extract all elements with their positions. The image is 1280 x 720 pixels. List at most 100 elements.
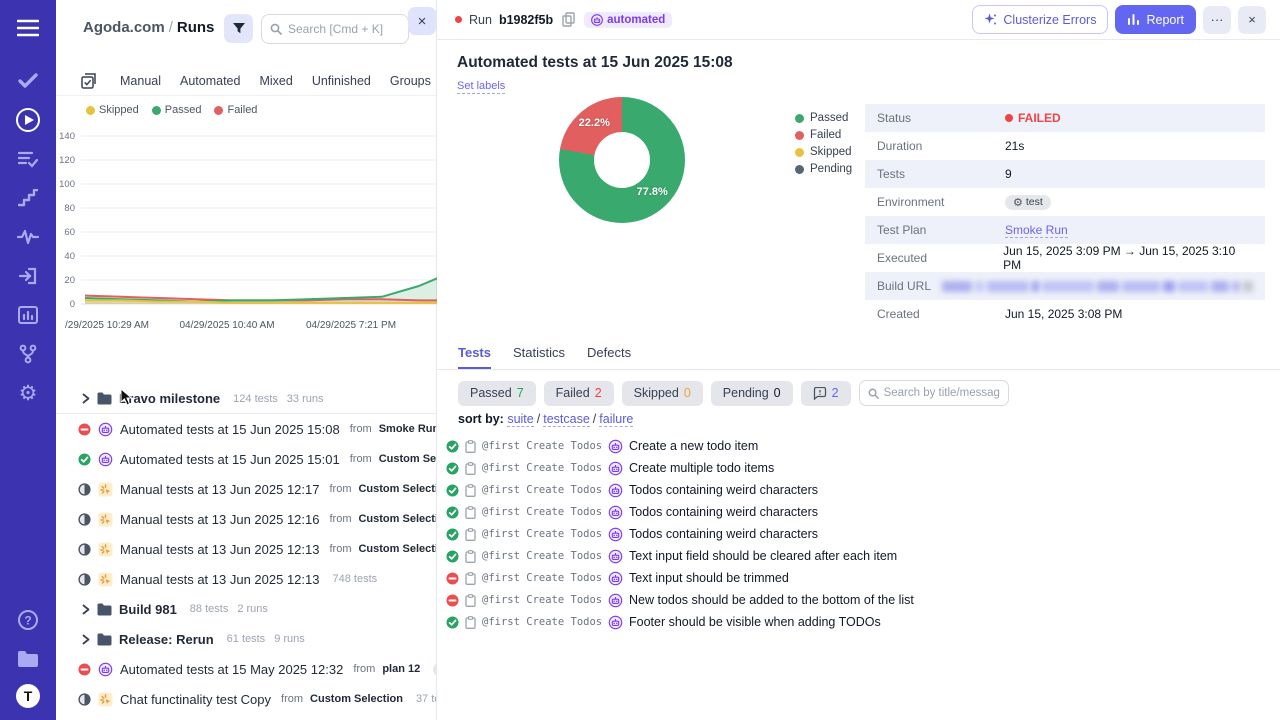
filter-passed-button[interactable]: Passed 7 [458,380,536,406]
failed-dot-icon [1005,114,1013,122]
run-row[interactable]: Automated tests at 15 Jun 2025 15:01 from… [56,444,436,474]
chevron-right-icon[interactable] [82,634,90,645]
sign-in-icon[interactable] [14,262,42,290]
test-row[interactable]: @first Create Todos… Create multiple todo… [446,457,1266,479]
run-row[interactable]: Manual tests at 13 Jun 2025 12:17 from Cus… [56,474,436,504]
folder-row[interactable]: Bravo milestone 124 tests 33 runs [56,384,436,414]
tab-unfinished[interactable]: Unfinished [312,74,371,88]
help-icon[interactable]: ? [14,606,42,634]
test-row[interactable]: @first Create Todos… Text input should be… [446,567,1266,589]
test-suite-path: @first Create Todos… [482,440,602,452]
run-row[interactable]: Manual tests at 13 Jun 2025 12:13 from Cus… [56,534,436,564]
gear-icon: ⚙ [1013,196,1023,209]
environment-pill[interactable]: ⚙ test [1005,194,1051,210]
test-suite-path: @first Create Todos… [482,572,602,584]
svg-text:04/29/2025 10:40 AM: 04/29/2025 10:40 AM [179,320,274,331]
test-filters: Passed 7 Failed 2 Skipped 0 Pending 0 2 [458,380,1009,406]
run-row[interactable]: Chat functinality test Copy from Custom Se… [56,684,436,714]
analytics-bar-chart-icon[interactable] [14,301,42,329]
manual-run-icon [98,482,113,497]
pending-dot-icon [795,164,804,174]
tests-check-icon[interactable] [14,67,42,95]
tab-statistics[interactable]: Statistics [513,345,565,369]
filter-pending-button[interactable]: Pending 0 [710,380,793,406]
runs-search-input[interactable] [288,22,400,36]
chevron-right-icon[interactable] [82,604,90,615]
folder-row[interactable]: Release: Rerun 61 tests 9 runs [56,624,436,654]
clusterize-errors-button[interactable]: Clusterize Errors [972,5,1109,34]
test-row[interactable]: @first Create Todos… Todos containing wei… [446,523,1266,545]
manual-run-icon [98,692,113,707]
filter-skipped-button[interactable]: Skipped 0 [621,380,703,406]
mouse-cursor [120,388,133,406]
legend-skipped: Skipped [86,104,139,116]
robot-icon [608,439,623,454]
tab-mixed[interactable]: Mixed [259,74,292,88]
tab-groups[interactable]: Groups [390,74,431,88]
test-plan-link[interactable]: Smoke Run [1005,223,1068,238]
filter-button[interactable] [224,14,253,43]
breadcrumb[interactable]: Agoda.com / Runs [83,19,214,36]
runs-panel-header: Agoda.com/Runs × [56,0,436,58]
minus-circle-icon [78,663,91,676]
settings-gear-icon[interactable]: ⚙ [14,379,42,407]
sort-by-testcase-link[interactable]: testcase [543,412,590,427]
legend-passed: Passed [795,112,852,124]
chevron-right-icon[interactable] [82,393,90,404]
test-row[interactable]: @first Create Todos… Create a new todo it… [446,435,1266,457]
stairs-icon[interactable] [14,184,42,212]
check-circle-icon [446,462,459,475]
automated-badge[interactable]: automated [584,11,673,28]
breadcrumb-page: Runs [176,19,215,36]
test-row[interactable]: @first Create Todos… Todos containing wei… [446,479,1266,501]
tab-tests[interactable]: Tests [458,345,491,369]
runs-play-circle-icon[interactable] [14,106,42,134]
tab-manual[interactable]: Manual [120,74,161,88]
filter-comments-button[interactable]: 2 [800,380,851,406]
test-row[interactable]: @first Create Todos… New todos should be … [446,589,1266,611]
more-options-button[interactable]: ··· [1203,5,1231,34]
svg-text:?: ? [24,614,31,628]
sort-by-failure-link[interactable]: failure [599,412,634,427]
detail-row-build-url: Build URL [865,272,1265,300]
set-labels-link[interactable]: Set labels [457,80,506,94]
filter-failed-button[interactable]: Failed 2 [543,380,614,406]
folder-row[interactable]: Build 981 88 tests 2 runs [56,594,436,624]
menu-icon[interactable] [14,14,42,42]
copy-run-id-button[interactable] [560,12,577,27]
pulse-icon[interactable] [14,223,42,251]
svg-text:120: 120 [59,155,75,166]
test-suite-path: @first Create Todos… [482,506,602,518]
close-detail-button[interactable]: × [1238,5,1266,34]
docs-folder-icon[interactable] [14,645,42,673]
test-row[interactable]: @first Create Todos… Footer should be vis… [446,611,1266,633]
test-row[interactable]: @first Create Todos… Text input field sho… [446,545,1266,567]
breadcrumb-project[interactable]: Agoda.com [83,19,165,36]
test-plans-icon[interactable] [14,145,42,173]
check-circle-icon [446,550,459,563]
test-row[interactable]: @first Create Todos… Todos containing wei… [446,501,1266,523]
run-row[interactable]: Manual tests at 13 Jun 2025 12:13 748 tes… [56,564,436,594]
panel-close-button[interactable]: × [408,7,436,35]
test-title: Todos containing weird characters [629,527,818,541]
branch-icon[interactable] [14,340,42,368]
folder-icon [97,633,112,646]
folder-icon [97,392,112,405]
test-suite-path: @first Create Todos… [482,462,602,474]
run-row[interactable]: Automated tests at 15 Jun 2025 15:08 from… [56,414,436,444]
testomat-logo[interactable]: T [16,684,40,708]
sort-by-suite-link[interactable]: suite [507,412,534,427]
tab-defects[interactable]: Defects [587,345,631,369]
legend-skipped: Skipped [795,146,852,158]
tests-search-input[interactable] [883,387,1000,399]
detail-row-executed: Executed Jun 15, 2025 3:09 PM → Jun 15, … [877,244,1236,272]
report-button[interactable]: Report [1115,5,1196,34]
test-title: Create multiple todo items [629,461,775,475]
tests-search[interactable] [858,380,1009,406]
runs-search[interactable] [261,14,409,44]
run-row[interactable]: Manual tests at 13 Jun 2025 12:16 from Cus… [56,504,436,534]
run-row[interactable]: Automated tests at 15 May 2025 12:32 from… [56,654,436,684]
check-circle-icon [446,528,459,541]
tab-automated[interactable]: Automated [180,74,240,88]
multi-select-icon[interactable] [81,72,97,89]
